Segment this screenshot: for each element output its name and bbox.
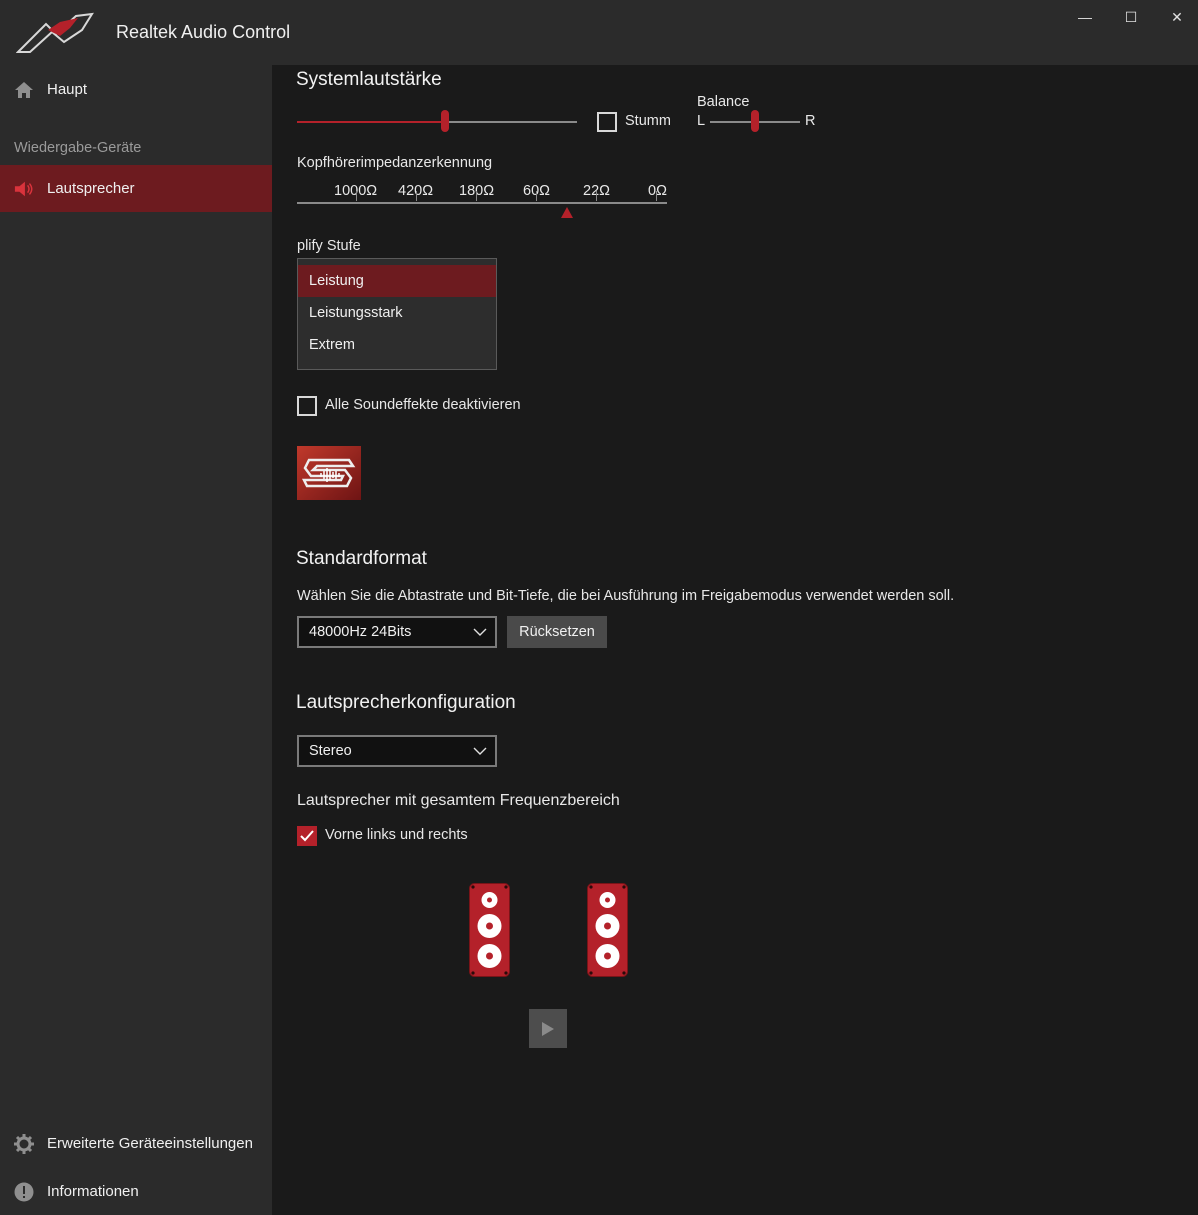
front-lr-checkbox[interactable] [297, 826, 317, 846]
mute-checkbox[interactable] [597, 112, 617, 132]
play-icon [542, 1021, 554, 1036]
sonic-studio-icon[interactable] [297, 446, 361, 500]
home-icon [14, 80, 34, 100]
speaker-config-value: Stereo [309, 743, 352, 759]
title-bar: Realtek Audio Control — ☐ ✕ [0, 0, 1198, 65]
amplify-level-list[interactable]: Leistung Leistungsstark Extrem [297, 258, 497, 370]
impedance-tick [596, 191, 597, 201]
sample-rate-value: 48000Hz 24Bits [309, 624, 412, 640]
disable-effects-checkbox[interactable] [297, 396, 317, 416]
impedance-indicator [561, 207, 573, 218]
sidebar-item-label: Informationen [47, 1183, 139, 1200]
balance-label: Balance [697, 94, 750, 110]
speaker-config-select[interactable]: Stereo [297, 735, 497, 767]
maximize-button[interactable]: ☐ [1108, 0, 1154, 34]
impedance-scale [297, 202, 667, 204]
app-title: Realtek Audio Control [116, 22, 291, 42]
sidebar-item-advanced-settings[interactable]: Erweiterte Geräteeinstellungen [0, 1120, 272, 1167]
close-button[interactable]: ✕ [1154, 0, 1198, 34]
speaker-icon [14, 179, 34, 199]
volume-slider[interactable] [297, 121, 577, 123]
chevron-down-icon [473, 628, 487, 636]
gear-icon [14, 1133, 34, 1154]
balance-right-label: R [805, 113, 816, 129]
amplify-option[interactable]: Leistungsstark [298, 297, 496, 329]
reset-button[interactable]: Rücksetzen [507, 616, 607, 648]
sidebar-section-label: Wiedergabe-Geräte [14, 140, 142, 156]
front-lr-label: Vorne links und rechts [325, 827, 468, 843]
speaker-config-heading: Lautsprecherkonfiguration [296, 692, 516, 713]
main-panel: Systemlautstärke Stumm Balance L R Kopfh… [272, 65, 1198, 1215]
impedance-tick [416, 191, 417, 201]
info-icon [14, 1182, 34, 1202]
sidebar-item-label: Haupt [47, 81, 88, 98]
play-test-button[interactable] [529, 1009, 567, 1048]
impedance-label: Kopfhörerimpedanzerkennung [297, 155, 493, 171]
mute-label: Stumm [625, 113, 671, 129]
sidebar-item-speaker[interactable]: Lautsprecher [0, 165, 272, 212]
volume-slider-fill [297, 121, 446, 123]
volume-heading: Systemlautstärke [296, 69, 442, 90]
impedance-tick [656, 191, 657, 201]
rog-logo [16, 12, 94, 53]
sidebar: Haupt Wiedergabe-Geräte Lautsprecher Erw… [0, 65, 272, 1215]
minimize-button[interactable]: — [1062, 0, 1108, 34]
fullrange-label: Lautsprecher mit gesamtem Frequenzbereic… [297, 792, 620, 809]
speaker-right-icon[interactable] [587, 883, 628, 977]
sidebar-item-label: Lautsprecher [47, 180, 135, 197]
balance-slider-thumb[interactable] [751, 110, 759, 132]
default-format-description: Wählen Sie die Abtastrate und Bit-Tiefe,… [297, 588, 955, 604]
amplify-option[interactable]: Extrem [298, 329, 496, 361]
disable-effects-label: Alle Soundeffekte deaktivieren [325, 397, 521, 413]
volume-slider-thumb[interactable] [441, 110, 450, 132]
impedance-tick [536, 191, 537, 201]
sidebar-item-label: Erweiterte Geräteeinstellungen [47, 1135, 253, 1152]
impedance-tick-label: 0Ω [648, 183, 667, 199]
amplify-option[interactable]: Leistung [298, 265, 496, 297]
sample-rate-select[interactable]: 48000Hz 24Bits [297, 616, 497, 648]
sidebar-item-home[interactable]: Haupt [0, 66, 272, 113]
impedance-tick [356, 191, 357, 201]
amplify-label: plify Stufe [297, 238, 361, 254]
checkmark-icon [300, 830, 314, 842]
impedance-tick [476, 191, 477, 201]
default-format-heading: Standardformat [296, 548, 427, 569]
speaker-left-icon[interactable] [469, 883, 510, 977]
chevron-down-icon [473, 747, 487, 755]
balance-left-label: L [697, 113, 706, 129]
sidebar-item-information[interactable]: Informationen [0, 1168, 272, 1215]
